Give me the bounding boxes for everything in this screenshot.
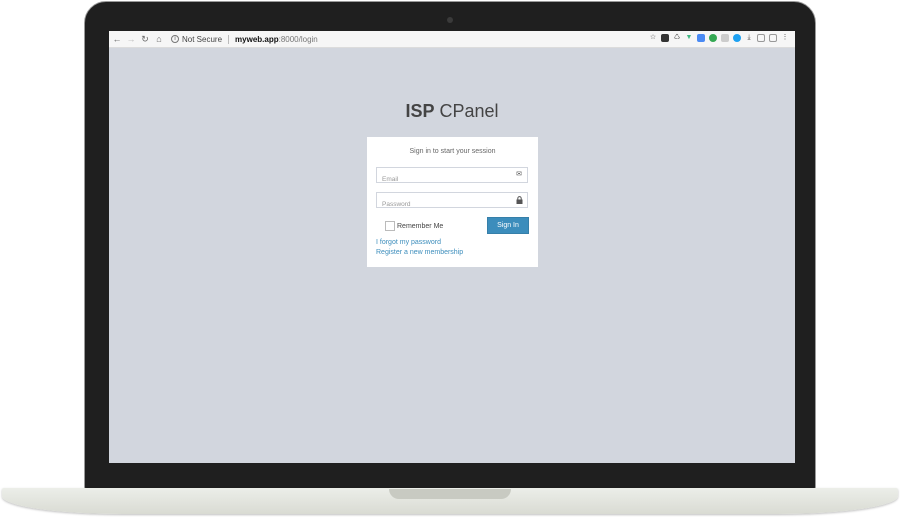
login-box: Sign in to start your session ✉ Remember…	[367, 137, 538, 267]
download-icon[interactable]: ⤓	[745, 34, 753, 42]
email-input[interactable]	[377, 172, 507, 187]
webcam	[447, 17, 453, 23]
sign-in-button[interactable]: Sign In	[487, 217, 529, 234]
login-message: Sign in to start your session	[409, 148, 496, 155]
back-icon[interactable]: ←	[111, 33, 123, 45]
remember-me[interactable]: Remember Me	[385, 221, 443, 231]
url-path: :8000/login	[278, 34, 318, 44]
remember-me-label: Remember Me	[397, 222, 444, 230]
translate-icon[interactable]	[697, 34, 705, 42]
envelope-icon: ✉	[516, 171, 522, 178]
email-field[interactable]: ✉	[376, 167, 528, 187]
lock-icon	[515, 196, 523, 204]
reload-icon[interactable]: ↻	[139, 33, 151, 45]
browser-toolbar: ← → ↻ ⌂ i Not Secure myweb.app :8000/log…	[109, 31, 795, 48]
menu-icon[interactable]: ⋮	[781, 34, 789, 42]
green-extension-icon[interactable]	[709, 34, 717, 42]
security-label: Not Secure	[182, 34, 223, 44]
ruler-icon[interactable]	[721, 34, 729, 42]
remember-me-checkbox[interactable]	[385, 221, 395, 231]
info-icon[interactable]: i	[171, 35, 179, 43]
password-input[interactable]	[377, 197, 507, 212]
laptop-chin	[86, 463, 814, 489]
box-icon[interactable]	[769, 34, 777, 42]
logo-bold: ISP	[405, 101, 435, 121]
vue-icon[interactable]: ▼	[685, 34, 693, 42]
page-icon[interactable]	[757, 34, 765, 42]
laptop-mockup: ← → ↻ ⌂ i Not Secure myweb.app :8000/log…	[0, 0, 900, 517]
logo-light: CPanel	[434, 101, 499, 121]
app-logo[interactable]: ISP CPanel	[109, 101, 795, 122]
home-icon[interactable]: ⌂	[153, 33, 165, 45]
extension-icons: ☆ ♺ ▼ ⤓ ⋮	[649, 34, 789, 42]
star-icon[interactable]: ☆	[649, 34, 657, 42]
laptop-notch	[389, 489, 511, 499]
forgot-password-link[interactable]: I forgot my password	[376, 239, 441, 246]
recycle-icon[interactable]: ♺	[673, 34, 681, 42]
url-host: myweb.app	[235, 34, 279, 44]
save-icon[interactable]	[661, 34, 669, 42]
browser-screen: ← → ↻ ⌂ i Not Secure myweb.app :8000/log…	[109, 31, 795, 463]
forward-icon[interactable]: →	[125, 33, 137, 45]
address-separator	[228, 34, 230, 44]
address-bar[interactable]: i Not Secure myweb.app :8000/login	[171, 34, 318, 44]
password-field[interactable]	[376, 192, 528, 212]
register-link[interactable]: Register a new membership	[376, 249, 463, 256]
blue-extension-icon[interactable]	[733, 34, 741, 42]
